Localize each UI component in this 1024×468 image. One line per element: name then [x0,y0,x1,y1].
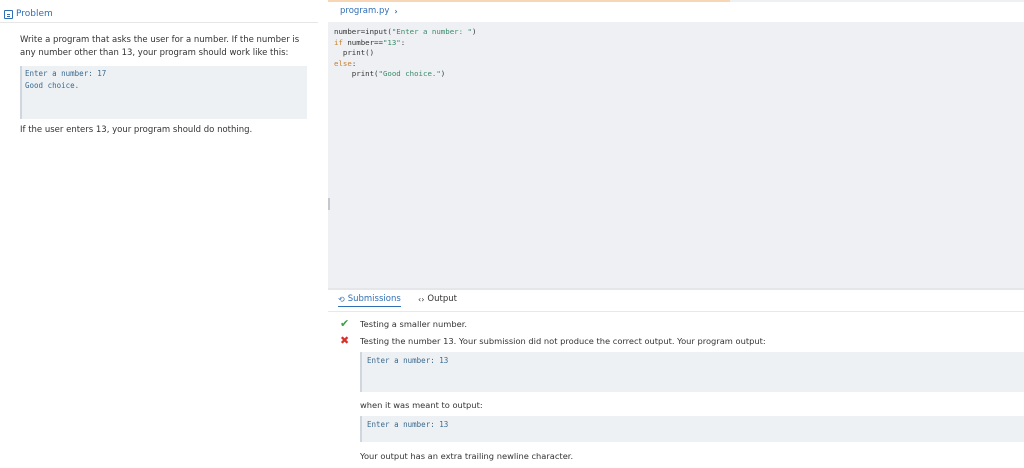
program-output-text: Enter a number: 13 [367,356,449,365]
results-tabs: ⟲ Submissions ‹› Output [328,290,1024,312]
tab-output-label: Output [427,294,457,304]
problem-note: If the user enters 13, your program shou… [20,125,253,135]
divider [0,22,318,23]
code-line: print() [334,48,375,57]
results-panel: ⟲ Submissions ‹› Output ✔ Testing a smal… [328,290,1024,468]
file-tab-label: program.py [340,6,390,16]
program-output-box: Enter a number: 13 [360,352,1024,392]
editor-header: program.py › [328,2,1024,22]
hint-text: Your output has an extra trailing newlin… [360,451,574,461]
code-brackets-icon: ‹› [418,294,425,304]
chevron-right-icon[interactable]: › [394,7,397,16]
test-result-text: Testing a smaller number. [360,318,468,329]
test-result-fail: ✖ Testing the number 13. Your submission… [340,334,766,347]
code-content[interactable]: number=input("Enter a number: ") if numbe… [334,27,476,80]
example-line: Enter a number: 17 [25,69,107,78]
test-result-text: Testing the number 13. Your submission d… [360,335,766,346]
example-line: Good choice. [25,81,80,90]
problem-tab-label: Problem [16,9,53,19]
example-output-box: Enter a number: 17 Good choice. [20,66,307,119]
code-line: number=input("Enter a number: ") [334,27,477,36]
problem-description: Write a program that asks the user for a… [20,35,300,58]
tab-submissions-label: Submissions [347,294,401,304]
expected-output-text: Enter a number: 13 [367,420,449,429]
tab-output[interactable]: ‹› Output [418,294,457,304]
expected-label: when it was meant to output: [360,400,483,410]
cross-icon: ✖ [340,334,350,347]
expected-output-box: Enter a number: 13 [360,416,1024,442]
problem-tab[interactable]: Problem [4,6,53,22]
code-line: else: [334,58,357,68]
code-line: print("Good choice.") [334,69,446,78]
check-icon: ✔ [340,317,350,330]
history-icon: ⟲ [338,294,345,304]
problem-panel: Problem Write a program that asks the us… [0,0,318,468]
file-tab-program-py[interactable]: program.py › [340,6,398,16]
tab-submissions[interactable]: ⟲ Submissions [338,294,401,307]
code-line: if number=="13": [334,37,406,47]
resize-handle[interactable] [328,198,330,210]
problem-icon [4,9,13,19]
test-result-pass: ✔ Testing a smaller number. [340,317,467,330]
